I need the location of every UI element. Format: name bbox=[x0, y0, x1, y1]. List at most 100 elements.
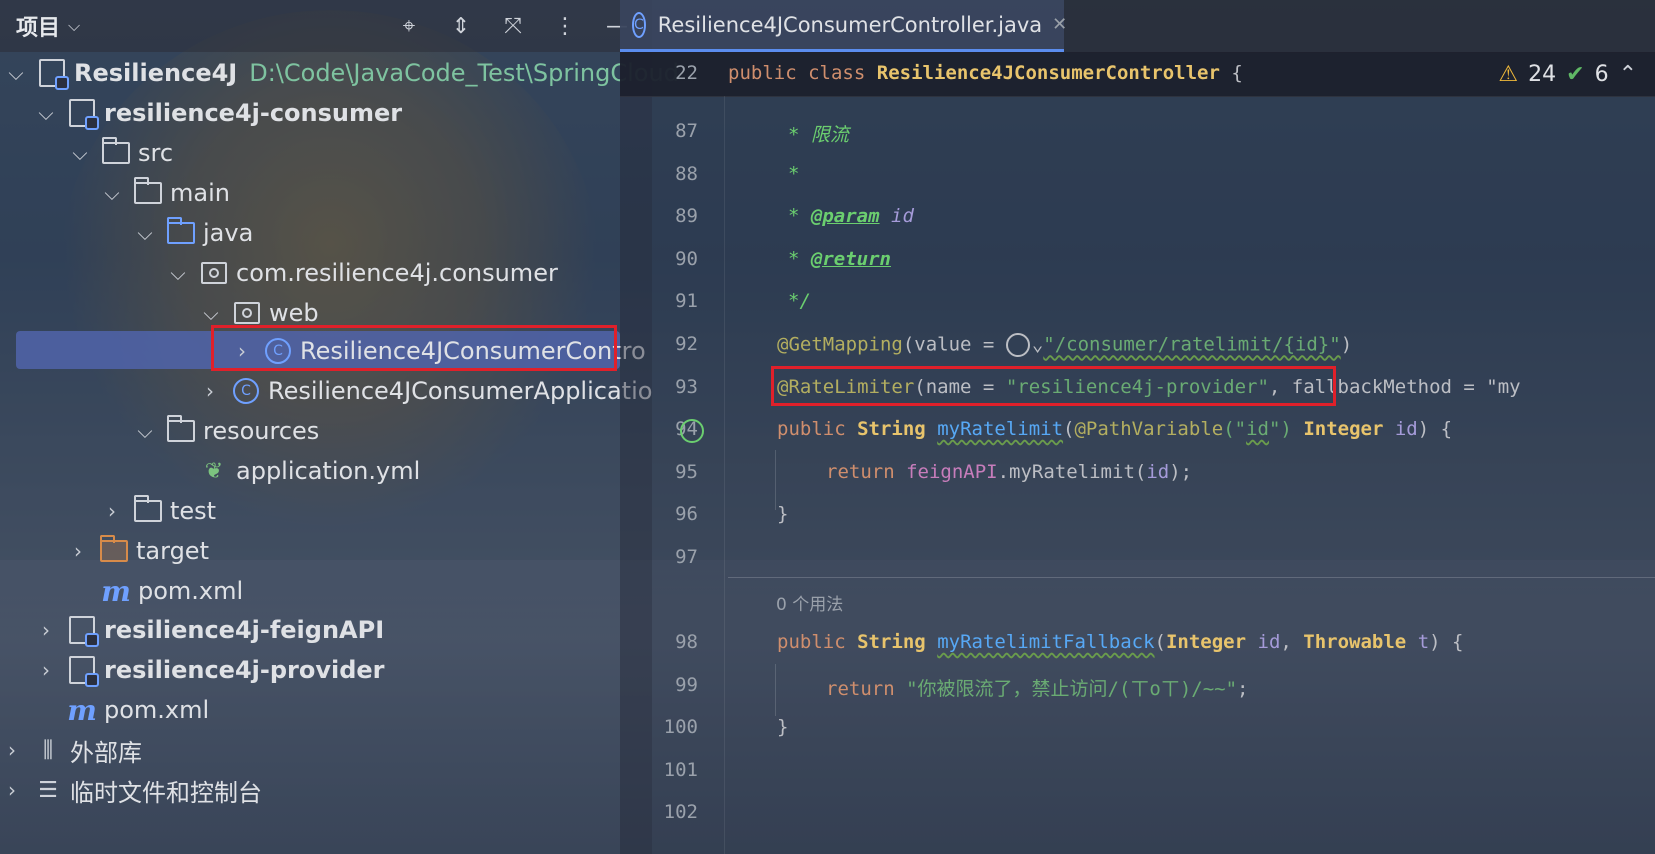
tree-item-resources[interactable]: ⌵ resources bbox=[133, 410, 319, 452]
tree-item-label: java bbox=[203, 219, 254, 247]
tab-label: Resilience4JConsumerController.java bbox=[657, 12, 1043, 37]
chevron-down-icon[interactable]: ⌵ bbox=[68, 141, 92, 165]
line-number: 93 bbox=[675, 376, 698, 398]
tree-item-label: pom.xml bbox=[104, 696, 210, 724]
code-line-100[interactable]: } bbox=[777, 716, 788, 738]
line-number: 87 bbox=[675, 120, 698, 142]
highlight-box bbox=[771, 366, 1336, 406]
chevron-right-icon[interactable]: › bbox=[34, 658, 58, 682]
chevron-down-icon[interactable]: ⌵ bbox=[4, 61, 28, 85]
maven-icon: m bbox=[67, 693, 97, 727]
sticky-line-header[interactable]: 22 public class Resilience4JConsumerCont… bbox=[620, 52, 1655, 97]
code-line-89[interactable]: * @param id bbox=[788, 205, 914, 227]
indent-guide bbox=[775, 664, 776, 716]
tree-item-application[interactable]: › C Resilience4JConsumerApplicatio bbox=[198, 370, 652, 412]
tree-item-label: resilience4j-provider bbox=[104, 656, 385, 684]
tree-item-label: resources bbox=[203, 417, 320, 445]
project-panel-title[interactable]: 项目 bbox=[16, 10, 60, 42]
tab-controller-java[interactable]: C Resilience4JConsumerController.java ✕ bbox=[620, 0, 1067, 52]
tree-item-target[interactable]: › target bbox=[66, 530, 209, 572]
close-icon[interactable]: ✕ bbox=[1052, 14, 1067, 35]
code-line-95[interactable]: return feignAPI.myRatelimit(id); bbox=[826, 461, 1192, 483]
tree-item-label: 外部库 bbox=[70, 738, 142, 767]
code-line-96[interactable]: } bbox=[777, 503, 788, 525]
chevron-down-icon[interactable]: ⌵ bbox=[166, 261, 190, 285]
folder-icon bbox=[134, 177, 162, 206]
line-number: 91 bbox=[675, 290, 698, 312]
line-number: 99 bbox=[675, 674, 698, 696]
locate-icon[interactable]: ⌖ bbox=[394, 11, 424, 41]
line-number: 89 bbox=[675, 205, 698, 227]
chevron-down-icon[interactable]: ⌵ bbox=[133, 221, 157, 245]
more-options-icon[interactable]: ⋮ bbox=[550, 11, 580, 41]
module-icon bbox=[68, 616, 99, 647]
tree-item-label: main bbox=[170, 179, 230, 207]
tree-item-application-yml[interactable]: ❦ application.yml bbox=[166, 450, 420, 492]
tree-item-label: resilience4j-feignAPI bbox=[104, 616, 385, 644]
line-number: 98 bbox=[675, 631, 698, 653]
code-line-90[interactable]: * @return bbox=[788, 248, 891, 270]
warning-count: 24 bbox=[1528, 61, 1557, 87]
web-endpoint-gutter-icon[interactable] bbox=[680, 419, 704, 443]
excluded-folder-icon bbox=[100, 535, 128, 564]
tree-item-label: Resilience4J bbox=[74, 59, 238, 87]
chevron-right-icon[interactable]: › bbox=[0, 738, 24, 762]
library-icon: ⫼ bbox=[42, 737, 54, 763]
resources-folder-icon bbox=[167, 415, 195, 444]
tree-item-root[interactable]: ⌵ Resilience4J D:\Code\JavaCode_Test\Spr… bbox=[0, 52, 679, 94]
code-line-92[interactable]: @GetMapping(value = ⌄"/consumer/ratelimi… bbox=[777, 333, 1352, 357]
chevron-right-icon[interactable]: › bbox=[0, 778, 24, 802]
line-number: 22 bbox=[675, 62, 698, 84]
tree-item-pom-root[interactable]: m pom.xml bbox=[34, 689, 209, 731]
chevron-right-icon[interactable]: › bbox=[100, 499, 124, 523]
code-line-91[interactable]: */ bbox=[788, 290, 811, 312]
tree-item-java[interactable]: ⌵ java bbox=[133, 212, 253, 254]
tree-item-pom-consumer[interactable]: m pom.xml bbox=[68, 570, 243, 612]
tree-item-feignapi[interactable]: › resilience4j-feignAPI bbox=[34, 609, 384, 651]
code-line-94[interactable]: public String myRatelimit(@PathVariable(… bbox=[777, 418, 1452, 440]
chevron-down-icon[interactable]: ⌵ bbox=[199, 301, 223, 325]
folder-icon bbox=[102, 137, 130, 166]
maven-icon: m bbox=[101, 574, 131, 608]
editor-panel: C Resilience4JConsumerController.java ✕ … bbox=[620, 0, 1655, 854]
package-icon bbox=[200, 260, 228, 286]
code-line-99[interactable]: return "你被限流了，禁止访问/(ㄒoㄒ)/~~"; bbox=[826, 674, 1249, 701]
tree-item-label: application.yml bbox=[236, 457, 421, 485]
chevron-right-icon[interactable]: › bbox=[66, 539, 90, 563]
tree-item-package[interactable]: ⌵ com.resilience4j.consumer bbox=[166, 252, 558, 294]
tree-item-src[interactable]: ⌵ src bbox=[68, 132, 173, 174]
line-number: 102 bbox=[663, 801, 698, 823]
code-line-88[interactable]: * bbox=[788, 163, 799, 185]
tree-item-scratches[interactable]: › ☰ 临时文件和控制台 bbox=[0, 769, 262, 811]
tree-item-test[interactable]: › test bbox=[100, 490, 216, 532]
tree-item-external-libraries[interactable]: › ⫼ 外部库 bbox=[0, 729, 142, 771]
folder-icon bbox=[134, 495, 162, 524]
tree-item-consumer[interactable]: ⌵ resilience4j-consumer bbox=[34, 92, 402, 134]
expand-all-icon[interactable]: ⇕ bbox=[446, 11, 476, 41]
chevron-down-icon[interactable]: ⌵ bbox=[100, 181, 124, 205]
tree-item-provider[interactable]: › resilience4j-provider bbox=[34, 649, 385, 691]
chevron-right-icon[interactable]: › bbox=[34, 618, 58, 642]
tree-item-label: src bbox=[138, 139, 174, 167]
collapse-all-icon[interactable]: ⤧ bbox=[498, 11, 528, 41]
scratches-icon: ☰ bbox=[38, 777, 58, 803]
module-icon bbox=[38, 59, 69, 90]
tree-item-main[interactable]: ⌵ main bbox=[100, 172, 230, 214]
chevron-down-icon[interactable]: ⌵ bbox=[34, 101, 58, 125]
tree-item-label: com.resilience4j.consumer bbox=[236, 259, 558, 287]
chevron-down-icon[interactable]: ⌵ bbox=[133, 419, 157, 443]
line-number: 96 bbox=[675, 503, 698, 525]
tree-item-path: D:\Code\JavaCode_Test\SpringCloud bbox=[249, 59, 679, 87]
class-icon: C bbox=[632, 11, 646, 38]
inspection-widget[interactable]: ⚠ 24 ✔ 6 ⌃ bbox=[1498, 52, 1637, 96]
chevron-up-icon[interactable]: ⌃ bbox=[1619, 62, 1637, 87]
tree-item-label: Resilience4JConsumerApplicatio bbox=[268, 377, 653, 405]
usage-hint[interactable]: 0 个用法 bbox=[776, 590, 843, 615]
ok-count: 6 bbox=[1594, 61, 1609, 87]
globe-icon[interactable] bbox=[1005, 333, 1030, 357]
code-line-87[interactable]: * 限流 bbox=[788, 120, 849, 147]
code-line-98[interactable]: public String myRatelimitFallback(Intege… bbox=[777, 631, 1463, 653]
chevron-down-icon[interactable]: ⌵ bbox=[68, 16, 80, 36]
chevron-right-icon[interactable]: › bbox=[198, 379, 222, 403]
editor-tab-bar: C Resilience4JConsumerController.java ✕ bbox=[620, 0, 1655, 53]
